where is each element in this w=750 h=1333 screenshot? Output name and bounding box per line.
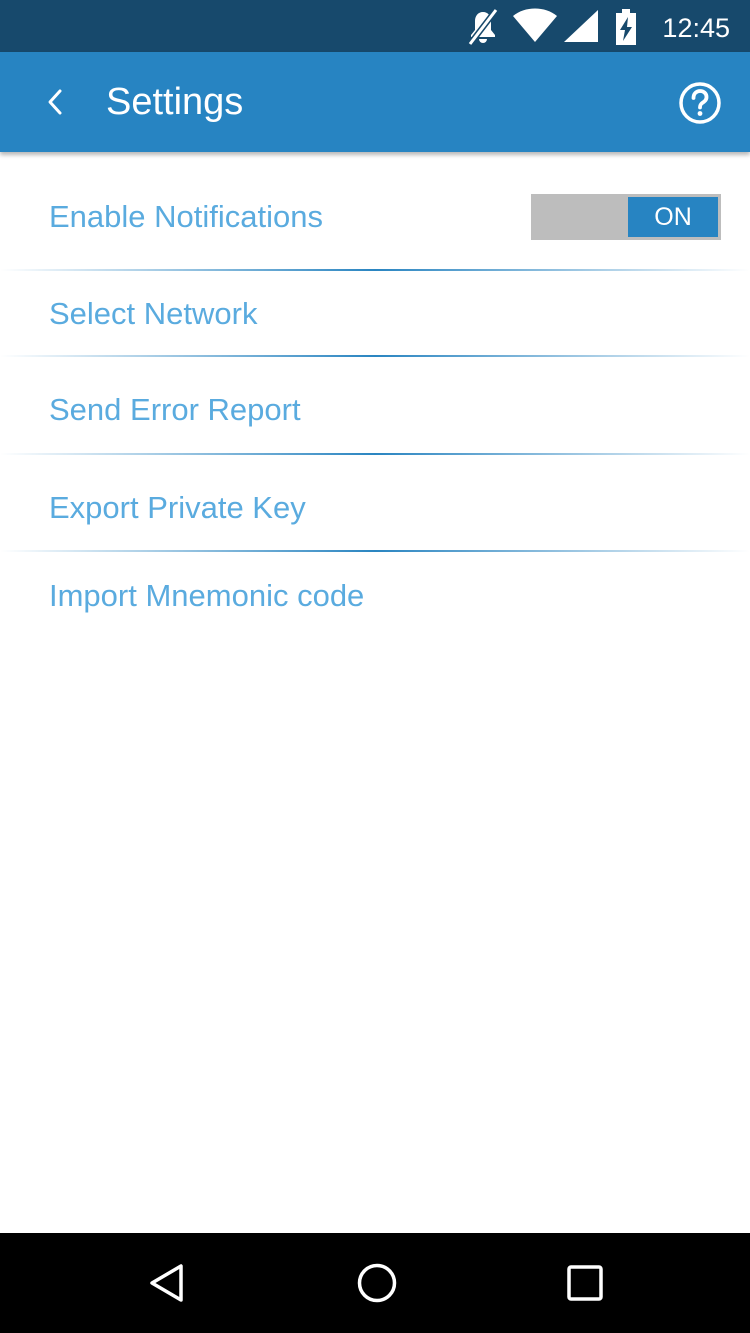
settings-item-label: Enable Notifications [49, 199, 323, 234]
home-circle-icon[interactable] [352, 1258, 402, 1308]
page-title: Settings [106, 81, 244, 123]
app-bar: Settings [0, 52, 750, 152]
battery-charging-icon [616, 9, 636, 45]
chevron-left-icon [48, 89, 62, 115]
settings-item-label: Export Private Key [49, 490, 306, 525]
status-time: 12:45 [662, 13, 730, 43]
settings-item-label: Import Mnemonic code [49, 578, 365, 613]
settings-item-import-mnemonic-code[interactable]: Import Mnemonic code [0, 552, 750, 642]
settings-item-export-private-key[interactable]: Export Private Key [0, 455, 750, 552]
navigation-bar [0, 1233, 750, 1333]
settings-list: Enable Notifications ON Select Network S… [0, 152, 750, 642]
back-button[interactable] [30, 72, 80, 132]
help-circle-icon[interactable] [678, 81, 722, 125]
settings-item-label: Send Error Report [49, 392, 301, 427]
settings-item-enable-notifications[interactable]: Enable Notifications ON [0, 152, 750, 271]
settings-item-label: Select Network [49, 296, 258, 331]
status-bar: 12:45 [0, 0, 750, 52]
mute-icon [467, 8, 499, 46]
recents-square-icon[interactable] [560, 1258, 610, 1308]
settings-item-send-error-report[interactable]: Send Error Report [0, 357, 750, 455]
wifi-icon [513, 8, 557, 42]
signal-icon [564, 10, 598, 42]
back-triangle-icon[interactable] [143, 1258, 193, 1308]
toggle-state-label: ON [628, 197, 718, 237]
notifications-toggle[interactable]: ON [531, 194, 721, 240]
settings-item-select-network[interactable]: Select Network [0, 271, 750, 357]
